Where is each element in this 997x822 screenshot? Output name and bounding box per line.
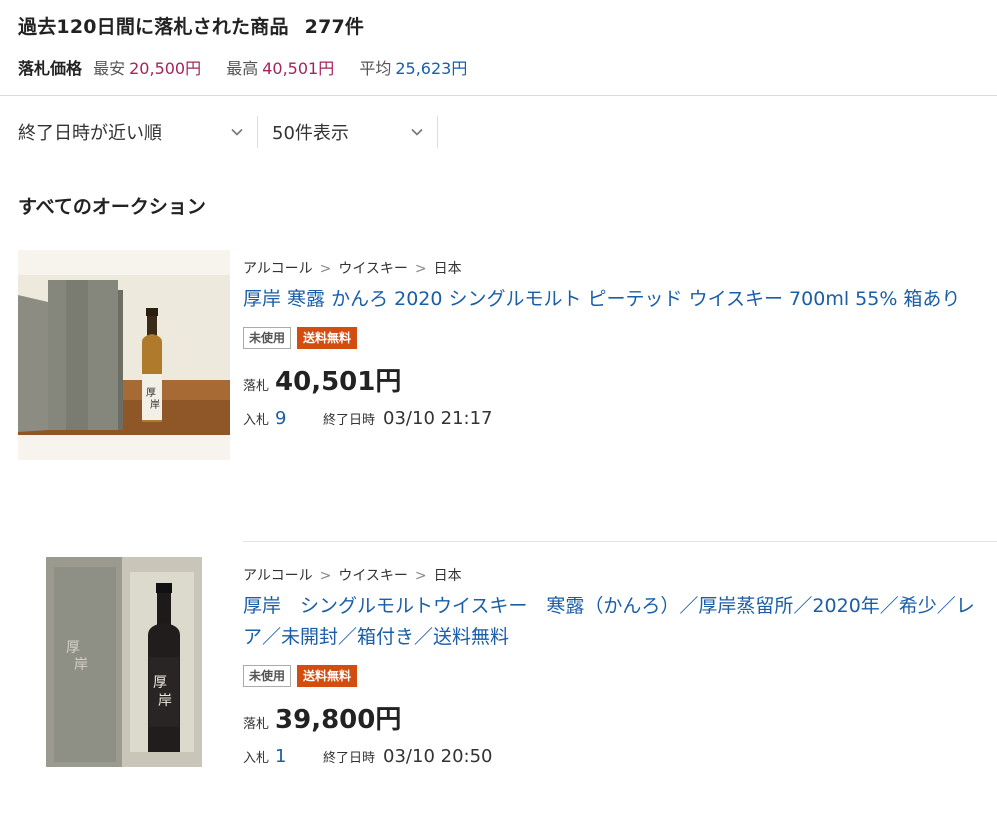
item-divider (243, 541, 997, 542)
item-info: アルコール > ウイスキー > 日本 厚岸 寒露 かんろ 2020 シングルモルト ピー… (243, 258, 978, 429)
item-thumbnail[interactable]: 厚 岸 (18, 250, 230, 460)
bids-label: 入札 (243, 751, 270, 766)
breadcrumb: アルコール > ウイスキー > 日本 (243, 258, 978, 278)
svg-text:厚: 厚 (153, 675, 167, 691)
price-label: 落札 (243, 379, 270, 394)
breadcrumb-separator: > (319, 568, 332, 584)
bid-count-link[interactable]: 9 (275, 408, 315, 429)
svg-text:厚: 厚 (146, 387, 156, 399)
bids-label: 入札 (243, 413, 270, 428)
per-page-value: 50件表示 (272, 123, 349, 144)
svg-text:岸: 岸 (158, 693, 172, 709)
breadcrumb-item[interactable]: 日本 (434, 261, 462, 277)
item-info: アルコール > ウイスキー > 日本 厚岸 シングルモルトウイスキー 寒露（かんろ）／厚… (243, 565, 978, 767)
low-price-label: 最安 (93, 59, 126, 78)
sort-order-value: 終了日時が近い順 (18, 123, 162, 144)
price-stats: 落札価格 最安 20,500円 最高 40,501円 平均 25,623円 (18, 55, 978, 79)
chevron-down-icon (231, 128, 243, 136)
free-shipping-badge: 送料無料 (297, 327, 358, 349)
breadcrumb-separator: > (414, 568, 427, 584)
breadcrumb: アルコール > ウイスキー > 日本 (243, 565, 978, 585)
winning-price: 39,800円 (275, 705, 402, 735)
bid-count-link[interactable]: 1 (275, 746, 315, 767)
auction-item: 厚 岸 厚 岸 アルコール > ウイスキー > 日本 厚岸 シングルモルトウイスキー 寒… (18, 557, 978, 787)
meta-row: 入札 9 終了日時 03/10 21:17 (243, 408, 978, 429)
meta-row: 入札 1 終了日時 03/10 20:50 (243, 746, 978, 767)
whisky-photo: 厚 岸 (18, 250, 230, 460)
summary-heading: 過去120日間に落札された商品 (18, 16, 289, 38)
price-stats-label: 落札価格 (18, 59, 83, 78)
high-price-label: 最高 (226, 59, 259, 78)
svg-text:厚: 厚 (66, 640, 80, 656)
item-badges: 未使用 送料無料 (243, 327, 978, 349)
breadcrumb-separator: > (414, 261, 427, 277)
item-badges: 未使用 送料無料 (243, 665, 978, 687)
breadcrumb-item[interactable]: アルコール (243, 261, 313, 277)
free-shipping-badge: 送料無料 (297, 665, 358, 687)
header-divider (0, 95, 997, 96)
item-title-link[interactable]: 厚岸 シングルモルトウイスキー 寒露（かんろ）／厚岸蒸留所／2020年／希少／レ… (243, 591, 978, 653)
sort-order-select[interactable]: 終了日時が近い順 (18, 116, 258, 148)
end-time-value: 03/10 20:50 (383, 746, 493, 767)
item-title-link[interactable]: 厚岸 寒露 かんろ 2020 シングルモルト ピーテッド ウイスキー 700ml… (243, 284, 978, 315)
breadcrumb-item[interactable]: ウイスキー (338, 568, 408, 584)
breadcrumb-separator: > (319, 261, 332, 277)
breadcrumb-item[interactable]: ウイスキー (338, 261, 408, 277)
price-label: 落札 (243, 717, 270, 732)
avg-price-label: 平均 (359, 59, 392, 78)
chevron-down-icon (411, 128, 423, 136)
winning-price: 40,501円 (275, 367, 402, 397)
section-title: すべてのオークション (18, 196, 206, 218)
avg-price-value: 25,623円 (395, 59, 468, 78)
svg-text:岸: 岸 (150, 399, 160, 411)
low-price-value: 20,500円 (129, 59, 202, 78)
search-summary: 過去120日間に落札された商品 277件 落札価格 最安 20,500円 最高 40,… (18, 12, 978, 79)
auction-item: 厚 岸 アルコール > ウイスキー > 日本 厚岸 寒露 かんろ 2020 シングルモル… (18, 250, 978, 480)
end-time-value: 03/10 21:17 (383, 408, 493, 429)
price-row: 落札 40,501円 (243, 361, 978, 398)
condition-badge: 未使用 (243, 665, 292, 687)
breadcrumb-item[interactable]: アルコール (243, 568, 313, 584)
svg-text:岸: 岸 (74, 657, 88, 673)
whisky-photo: 厚 岸 厚 岸 (18, 557, 230, 767)
end-time-label: 終了日時 (323, 751, 376, 766)
end-time-label: 終了日時 (323, 413, 376, 428)
price-row: 落札 39,800円 (243, 699, 978, 736)
condition-badge: 未使用 (243, 327, 292, 349)
item-thumbnail[interactable]: 厚 岸 厚 岸 (18, 557, 230, 767)
summary-title: 過去120日間に落札された商品 277件 (18, 12, 978, 39)
breadcrumb-item[interactable]: 日本 (434, 568, 462, 584)
per-page-select[interactable]: 50件表示 (258, 116, 438, 148)
sort-bar: 終了日時が近い順 50件表示 (18, 114, 438, 150)
result-count: 277件 (304, 16, 365, 38)
high-price-value: 40,501円 (262, 59, 335, 78)
